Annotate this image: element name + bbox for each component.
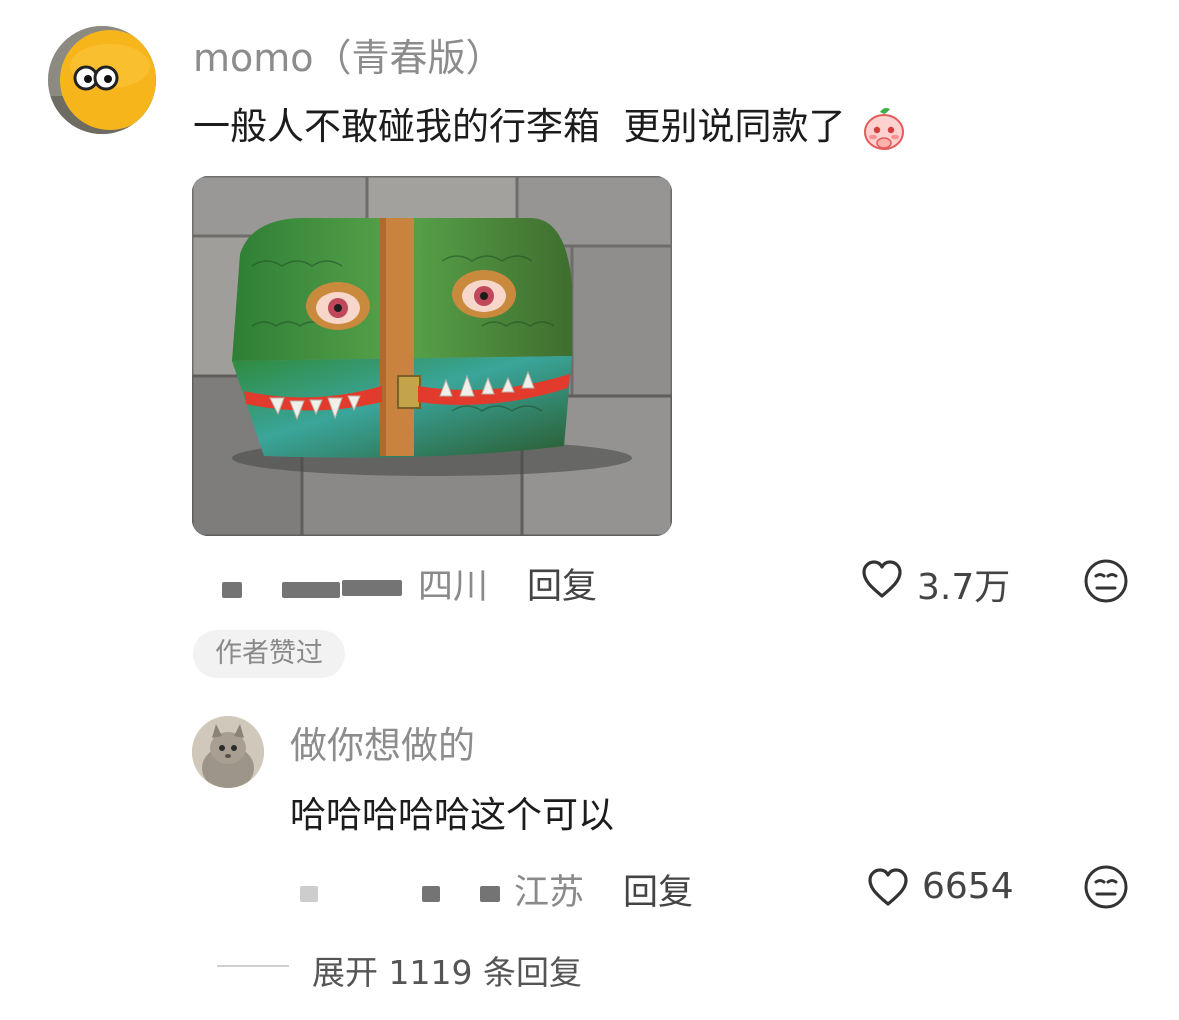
reply-username[interactable]: 做你想做的 xyxy=(290,724,475,768)
avatar[interactable] xyxy=(48,26,156,134)
reply-avatar[interactable] xyxy=(192,716,264,788)
reply-location: 江苏 xyxy=(514,873,585,913)
comment-body: 一般人不敢碰我的行李箱 更别说同款了 xyxy=(193,105,846,148)
chest-photo xyxy=(192,176,672,536)
like-count: 3.7万 xyxy=(917,567,1011,608)
shy-peach-emoji-icon xyxy=(861,106,907,152)
heart-outline-icon[interactable] xyxy=(866,866,910,910)
reply-reply-button[interactable]: 回复 xyxy=(623,864,693,915)
reply-like-count: 6654 xyxy=(922,866,1014,907)
comment-image[interactable] xyxy=(192,176,672,536)
reply-text: 哈哈哈哈哈这个可以 xyxy=(290,795,615,836)
comment-username[interactable]: momo（青春版） xyxy=(193,36,504,80)
avatar-image xyxy=(48,26,156,134)
author-liked-badge: 作者赞过 xyxy=(193,630,345,678)
comment-text: 一般人不敢碰我的行李箱 更别说同款了 xyxy=(193,104,907,152)
meh-face-icon[interactable] xyxy=(1083,558,1129,604)
meh-face-icon[interactable] xyxy=(1083,864,1129,910)
cat-avatar-image xyxy=(192,716,264,788)
expand-replies-button[interactable]: 展开 1119 条回复 xyxy=(312,946,582,994)
reply-button[interactable]: 回复 xyxy=(527,558,597,609)
heart-outline-icon[interactable] xyxy=(860,558,904,602)
expand-divider xyxy=(217,965,289,967)
comment-location: 四川 xyxy=(418,567,489,607)
